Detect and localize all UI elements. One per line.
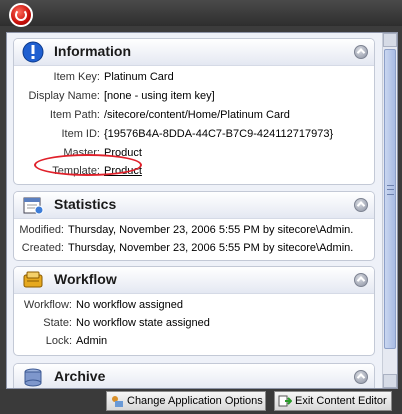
lock-label: Lock: xyxy=(45,335,72,347)
vertical-scrollbar[interactable] xyxy=(382,33,397,388)
row-state: State: No workflow state assigned xyxy=(14,317,374,333)
archive-icon xyxy=(24,368,42,387)
modified-label: Modified: xyxy=(19,224,64,236)
row-item-key: Item Key: Platinum Card xyxy=(14,71,374,87)
row-display-name: Display Name: [none - using item key] xyxy=(14,90,374,106)
change-options-label: Change Application Options xyxy=(127,395,263,407)
row-modified: Modified: Thursday, November 23, 2006 5:… xyxy=(14,224,374,240)
workflow-section: Workflow Workflow: No workflow assigned … xyxy=(13,266,375,356)
statistics-section: Statistics Modified: Thursday, November … xyxy=(13,191,375,261)
scroll-thumb[interactable] xyxy=(384,49,396,349)
row-lock: Lock: Admin xyxy=(14,335,374,351)
statistics-header[interactable]: Statistics xyxy=(14,192,374,219)
row-workflow: Workflow: No workflow assigned xyxy=(14,299,374,315)
options-icon xyxy=(112,396,123,407)
item-path-label: Item Path: xyxy=(49,109,100,121)
collapse-information-icon[interactable] xyxy=(354,45,368,59)
statistics-title: Statistics xyxy=(54,196,117,212)
scroll-down-icon[interactable] xyxy=(383,374,397,388)
item-path-value: /sitecore/content/Home/Platinum Card xyxy=(104,109,290,121)
archive-title: Archive xyxy=(54,368,106,384)
lock-value: Admin xyxy=(76,335,108,347)
display-name-label: Display Name: xyxy=(28,90,100,102)
information-title: Information xyxy=(54,43,131,59)
exit-content-editor-button[interactable]: Exit Content Editor xyxy=(274,391,392,411)
state-label: State: xyxy=(43,317,72,329)
scroll-up-icon[interactable] xyxy=(383,33,397,47)
created-label: Created: xyxy=(21,242,64,254)
bottom-bar: Change Application Options Exit Content … xyxy=(0,389,402,414)
content-panel: Information Item Key: Platinum Card Disp… xyxy=(6,32,398,389)
item-id-label: Item ID: xyxy=(61,128,100,140)
collapse-archive-icon[interactable] xyxy=(354,370,368,384)
workflow-label: Workflow: xyxy=(23,299,72,311)
info-icon xyxy=(22,41,44,63)
workflow-value: No workflow assigned xyxy=(76,299,183,311)
archive-section: Archive xyxy=(13,363,375,388)
collapse-statistics-icon[interactable] xyxy=(354,198,368,212)
archive-header[interactable]: Archive xyxy=(14,364,374,388)
workflow-header[interactable]: Workflow xyxy=(14,267,374,294)
workflow-icon xyxy=(23,271,43,288)
modified-value: Thursday, November 23, 2006 5:55 PM by s… xyxy=(68,224,354,236)
item-key-value: Platinum Card xyxy=(104,71,174,83)
state-value: No workflow state assigned xyxy=(76,317,210,329)
row-created: Created: Thursday, November 23, 2006 5:5… xyxy=(14,242,374,258)
row-item-path: Item Path: /sitecore/content/Home/Platin… xyxy=(14,109,374,125)
display-name-value: [none - using item key] xyxy=(104,90,215,102)
exit-editor-label: Exit Content Editor xyxy=(295,395,387,407)
collapse-workflow-icon[interactable] xyxy=(354,273,368,287)
row-item-id: Item ID: {19576B4A-8DDA-44C7-B7C9-424112… xyxy=(14,128,374,144)
title-bar xyxy=(0,0,402,27)
created-value: Thursday, November 23, 2006 5:55 PM by s… xyxy=(68,242,354,254)
sitecore-logo-icon[interactable] xyxy=(9,3,33,27)
item-key-label: Item Key: xyxy=(53,71,100,83)
change-application-options-button[interactable]: Change Application Options xyxy=(106,391,266,411)
template-highlight-oval xyxy=(34,154,142,176)
information-header[interactable]: Information xyxy=(14,39,374,66)
item-id-value: {19576B4A-8DDA-44C7-B7C9-424112717973} xyxy=(104,128,334,140)
workflow-title: Workflow xyxy=(54,271,117,287)
exit-icon xyxy=(278,395,292,407)
calendar-icon xyxy=(23,197,44,215)
